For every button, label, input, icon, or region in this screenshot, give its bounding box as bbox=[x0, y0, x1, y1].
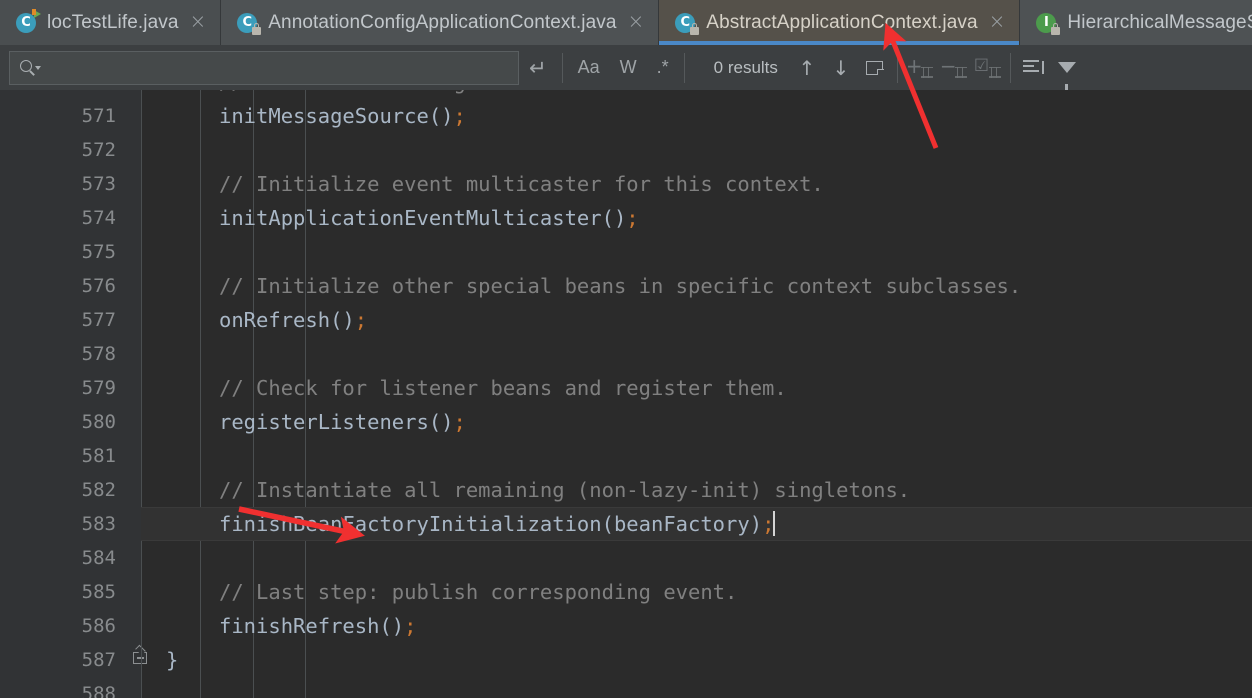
line-number: 580 bbox=[81, 411, 116, 433]
code-token: finishRefresh() bbox=[219, 614, 405, 638]
find-previous-button[interactable]: ↑ bbox=[790, 51, 824, 85]
code-token: onRefresh() bbox=[219, 308, 355, 332]
line-number: 582 bbox=[81, 479, 116, 501]
code-editor[interactable]: 570 571 572 573 574 575 576 577 578 579 580 581 582 5… bbox=[0, 90, 1252, 698]
line-number: 583 bbox=[81, 513, 116, 535]
java-class-runnable-icon: C bbox=[16, 8, 41, 34]
code-token: // Initialize message source for this co… bbox=[219, 90, 787, 94]
text-caret bbox=[773, 511, 776, 536]
line-number: 588 bbox=[81, 683, 116, 698]
code-token: ; bbox=[626, 206, 639, 230]
filter-funnel-button[interactable] bbox=[1050, 51, 1084, 91]
remove-occurrence-icon: − bbox=[940, 56, 968, 78]
code-token: finishBeanFactoryInitialization(beanFact… bbox=[219, 512, 763, 536]
code-token: initApplicationEventMulticaster() bbox=[219, 206, 627, 230]
line-number: 576 bbox=[81, 275, 116, 297]
new-line-toggle[interactable]: ↵ bbox=[519, 51, 557, 85]
code-token: initMessageSource() bbox=[219, 104, 454, 128]
code-line[interactable]: finishBeanFactoryInitialization(beanFact… bbox=[219, 507, 776, 541]
filter-list-button[interactable] bbox=[1016, 51, 1050, 85]
code-line[interactable]: // Instantiate all remaining (non-lazy-i… bbox=[219, 473, 910, 507]
open-in-find-window-button[interactable] bbox=[858, 51, 892, 85]
funnel-icon bbox=[1057, 62, 1076, 91]
line-number: 579 bbox=[81, 377, 116, 399]
code-line[interactable]: initMessageSource(); bbox=[219, 99, 466, 133]
code-token: } bbox=[166, 648, 179, 672]
code-token: ; bbox=[354, 308, 368, 332]
search-icon[interactable] bbox=[20, 59, 42, 76]
code-token: // Last step: publish corresponding even… bbox=[219, 580, 738, 604]
select-all-occurrences-button[interactable]: ☑ bbox=[971, 51, 1005, 85]
code-token: // Check for listener beans and register… bbox=[219, 376, 787, 400]
words-toggle[interactable]: W bbox=[610, 51, 647, 85]
toolbar-divider bbox=[896, 52, 898, 83]
code-line[interactable]: // Initialize other special beans in spe… bbox=[219, 269, 1021, 303]
line-number: 584 bbox=[81, 547, 116, 569]
toolbar-divider bbox=[1009, 52, 1011, 83]
code-token: // Initialize other special beans in spe… bbox=[219, 274, 1022, 298]
editor-tab-label: AbstractApplicationContext.java bbox=[706, 11, 978, 33]
add-occurrence-icon: + bbox=[906, 56, 934, 78]
search-field[interactable] bbox=[9, 50, 519, 85]
find-window-icon bbox=[866, 60, 885, 76]
code-token: registerListeners() bbox=[219, 410, 454, 434]
add-occurrence-button[interactable]: + bbox=[903, 51, 937, 85]
code-token: // Initialize event multicaster for this… bbox=[219, 172, 824, 196]
code-line[interactable]: // Initialize event multicaster for this… bbox=[219, 167, 824, 201]
line-number: 587 bbox=[81, 649, 116, 671]
code-line[interactable]: onRefresh(); bbox=[219, 303, 367, 337]
code-line[interactable]: registerListeners(); bbox=[219, 405, 466, 439]
find-next-button[interactable]: ↓ bbox=[824, 51, 858, 85]
remove-occurrence-button[interactable]: − bbox=[937, 51, 971, 85]
line-number: 570 bbox=[6, 90, 116, 99]
java-interface-locked-icon: I bbox=[1036, 12, 1061, 35]
line-number: 585 bbox=[81, 581, 116, 603]
line-number: 574 bbox=[81, 207, 116, 229]
code-token: ; bbox=[404, 614, 417, 638]
code-line[interactable]: } bbox=[166, 643, 178, 677]
line-number: 578 bbox=[81, 343, 116, 365]
editor-tab-AbstractApplicationContext[interactable]: C AbstractApplicationContext.java × bbox=[659, 0, 1020, 45]
line-number: 581 bbox=[81, 445, 116, 467]
match-case-toggle[interactable]: Aa bbox=[568, 51, 610, 85]
editor-tab-AnnotationConfigApplicationContext[interactable]: C AnnotationConfigApplicationContext.jav… bbox=[221, 0, 659, 45]
tab-close-icon[interactable]: × bbox=[626, 11, 647, 34]
line-number: 586 bbox=[81, 615, 116, 637]
line-number: 572 bbox=[81, 139, 116, 161]
code-line[interactable]: // Check for listener beans and register… bbox=[219, 371, 787, 405]
editor-tab-label: locTestLife.java bbox=[47, 11, 179, 33]
code-line[interactable]: finishRefresh(); bbox=[219, 609, 416, 643]
line-number: 573 bbox=[81, 173, 116, 195]
tab-close-icon[interactable]: × bbox=[188, 11, 209, 34]
editor-tab-HierarchicalMessageSource[interactable]: I HierarchicalMessageSou bbox=[1020, 0, 1252, 45]
toolbar-divider bbox=[561, 52, 563, 83]
code-line[interactable]: // Initialize message source for this co… bbox=[219, 90, 787, 99]
code-content-area[interactable]: // Initialize message source for this co… bbox=[141, 90, 1252, 698]
editor-tab-label: HierarchicalMessageSou bbox=[1067, 11, 1252, 33]
code-token: ; bbox=[453, 410, 466, 434]
code-line[interactable]: // Last step: publish corresponding even… bbox=[219, 575, 737, 609]
editor-tab-bar: C locTestLife.java × C AnnotationConfigA… bbox=[0, 0, 1252, 45]
code-line[interactable]: initApplicationEventMulticaster(); bbox=[219, 201, 639, 235]
filter-list-icon bbox=[1022, 60, 1044, 75]
regex-toggle[interactable]: .* bbox=[647, 51, 679, 85]
line-number: 577 bbox=[81, 309, 116, 331]
find-toolbar: ↵ Aa W .* 0 results ↑ ↓ + − ☑ bbox=[0, 45, 1252, 91]
editor-tab-label: AnnotationConfigApplicationContext.java bbox=[268, 11, 617, 33]
toolbar-divider bbox=[683, 52, 685, 83]
select-all-occurrences-icon: ☑ bbox=[974, 56, 1002, 78]
line-number: 575 bbox=[81, 241, 116, 263]
editor-tab-locTestLife[interactable]: C locTestLife.java × bbox=[0, 0, 221, 45]
code-token: // Instantiate all remaining (non-lazy-i… bbox=[219, 478, 911, 502]
line-number: 571 bbox=[81, 105, 116, 127]
java-class-locked-icon: C bbox=[237, 12, 262, 35]
ide-editor-window: C locTestLife.java × C AnnotationConfigA… bbox=[0, 0, 1252, 698]
results-count-label: 0 results bbox=[713, 57, 778, 77]
java-class-locked-icon: C bbox=[675, 12, 700, 35]
line-number-gutter[interactable]: 570 571 572 573 574 575 576 577 578 579 580 581 582 5… bbox=[0, 90, 147, 698]
tab-close-icon[interactable]: × bbox=[987, 11, 1008, 34]
code-token: ; bbox=[453, 104, 466, 128]
